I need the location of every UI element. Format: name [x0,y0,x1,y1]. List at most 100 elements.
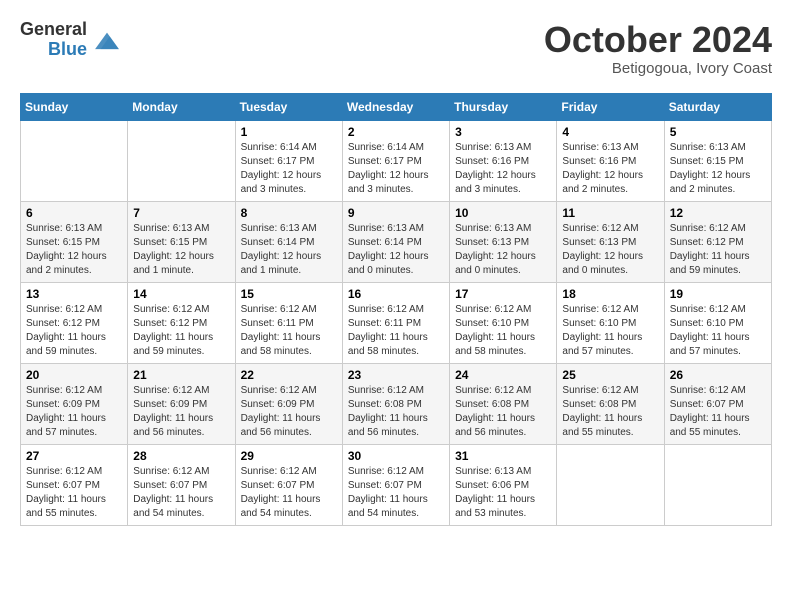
day-number: 3 [455,125,551,139]
week-row-3: 13Sunrise: 6:12 AM Sunset: 6:12 PM Dayli… [21,282,772,363]
day-info: Sunrise: 6:12 AM Sunset: 6:13 PM Dayligh… [562,222,658,278]
day-info: Sunrise: 6:12 AM Sunset: 6:11 PM Dayligh… [348,303,444,359]
calendar-cell: 5 Sunrise: 6:13 AM Sunset: 6:15 PM Daylig… [664,120,771,201]
day-number: 16 [348,287,444,301]
day-info: Sunrise: 6:13 AM Sunset: 6:15 PM Dayligh… [133,222,229,278]
calendar-cell: 11 Sunrise: 6:12 AM Sunset: 6:13 PM Dayli… [557,201,664,282]
day-info: Sunrise: 6:12 AM Sunset: 6:09 PM Dayligh… [26,384,122,440]
week-row-2: 6 Sunrise: 6:13 AM Sunset: 6:15 PM Daylig… [21,201,772,282]
calendar-body: 1 Sunrise: 6:14 AM Sunset: 6:17 PM Daylig… [21,120,772,525]
day-info: Sunrise: 6:12 AM Sunset: 6:09 PM Dayligh… [133,384,229,440]
day-info: Sunrise: 6:12 AM Sunset: 6:11 PM Dayligh… [241,303,337,359]
day-info: Sunrise: 6:13 AM Sunset: 6:14 PM Dayligh… [241,222,337,278]
calendar-cell: 3 Sunrise: 6:13 AM Sunset: 6:16 PM Daylig… [450,120,557,201]
day-number: 6 [26,206,122,220]
day-info: Sunrise: 6:13 AM Sunset: 6:14 PM Dayligh… [348,222,444,278]
day-info: Sunrise: 6:12 AM Sunset: 6:07 PM Dayligh… [670,384,766,440]
day-info: Sunrise: 6:12 AM Sunset: 6:09 PM Dayligh… [241,384,337,440]
logo-general: General [20,20,87,40]
calendar-cell: 26Sunrise: 6:12 AM Sunset: 6:07 PM Dayli… [664,363,771,444]
day-info: Sunrise: 6:12 AM Sunset: 6:12 PM Dayligh… [133,303,229,359]
calendar-cell: 13Sunrise: 6:12 AM Sunset: 6:12 PM Dayli… [21,282,128,363]
calendar-cell: 10Sunrise: 6:13 AM Sunset: 6:13 PM Dayli… [450,201,557,282]
calendar-cell: 25 Sunrise: 6:12 AM Sunset: 6:08 PM Dayli… [557,363,664,444]
day-number: 24 [455,368,551,382]
day-number: 19 [670,287,766,301]
day-number: 28 [133,449,229,463]
calendar-cell: 20 Sunrise: 6:12 AM Sunset: 6:09 PM Dayli… [21,363,128,444]
week-row-1: 1 Sunrise: 6:14 AM Sunset: 6:17 PM Daylig… [21,120,772,201]
calendar-header: SundayMondayTuesdayWednesdayThursdayFrid… [21,93,772,120]
calendar-cell: 6 Sunrise: 6:13 AM Sunset: 6:15 PM Daylig… [21,201,128,282]
day-number: 25 [562,368,658,382]
logo: General Blue [20,20,121,60]
day-info: Sunrise: 6:13 AM Sunset: 6:16 PM Dayligh… [562,141,658,197]
day-info: Sunrise: 6:12 AM Sunset: 6:07 PM Dayligh… [348,465,444,521]
day-info: Sunrise: 6:14 AM Sunset: 6:17 PM Dayligh… [241,141,337,197]
day-number: 21 [133,368,229,382]
week-row-5: 27Sunrise: 6:12 AM Sunset: 6:07 PM Dayli… [21,444,772,525]
day-number: 23 [348,368,444,382]
day-number: 1 [241,125,337,139]
calendar-table: SundayMondayTuesdayWednesdayThursdayFrid… [20,93,772,526]
header-saturday: Saturday [664,93,771,120]
calendar-cell: 2 Sunrise: 6:14 AM Sunset: 6:17 PM Daylig… [342,120,449,201]
day-number: 8 [241,206,337,220]
calendar-cell [128,120,235,201]
day-number: 5 [670,125,766,139]
day-info: Sunrise: 6:12 AM Sunset: 6:08 PM Dayligh… [455,384,551,440]
calendar-cell: 21 Sunrise: 6:12 AM Sunset: 6:09 PM Dayli… [128,363,235,444]
calendar-cell [21,120,128,201]
day-number: 31 [455,449,551,463]
day-number: 14 [133,287,229,301]
day-info: Sunrise: 6:12 AM Sunset: 6:08 PM Dayligh… [348,384,444,440]
header-thursday: Thursday [450,93,557,120]
day-number: 7 [133,206,229,220]
day-info: Sunrise: 6:13 AM Sunset: 6:15 PM Dayligh… [670,141,766,197]
day-info: Sunrise: 6:12 AM Sunset: 6:10 PM Dayligh… [562,303,658,359]
day-info: Sunrise: 6:12 AM Sunset: 6:10 PM Dayligh… [670,303,766,359]
day-number: 29 [241,449,337,463]
calendar-cell: 4 Sunrise: 6:13 AM Sunset: 6:16 PM Daylig… [557,120,664,201]
calendar-cell: 12Sunrise: 6:12 AM Sunset: 6:12 PM Dayli… [664,201,771,282]
month-title: October 2024 [544,20,772,60]
location-subtitle: Betigogoua, Ivory Coast [544,60,772,77]
calendar-cell: 17 Sunrise: 6:12 AM Sunset: 6:10 PM Dayli… [450,282,557,363]
week-row-4: 20 Sunrise: 6:12 AM Sunset: 6:09 PM Dayli… [21,363,772,444]
day-info: Sunrise: 6:12 AM Sunset: 6:07 PM Dayligh… [133,465,229,521]
calendar-cell: 28 Sunrise: 6:12 AM Sunset: 6:07 PM Dayli… [128,444,235,525]
day-number: 18 [562,287,658,301]
header-friday: Friday [557,93,664,120]
calendar-cell: 18 Sunrise: 6:12 AM Sunset: 6:10 PM Dayli… [557,282,664,363]
day-number: 20 [26,368,122,382]
header-sunday: Sunday [21,93,128,120]
day-number: 17 [455,287,551,301]
calendar-cell: 24 Sunrise: 6:12 AM Sunset: 6:08 PM Dayli… [450,363,557,444]
calendar-cell: 22Sunrise: 6:12 AM Sunset: 6:09 PM Dayli… [235,363,342,444]
day-info: Sunrise: 6:13 AM Sunset: 6:16 PM Dayligh… [455,141,551,197]
day-info: Sunrise: 6:12 AM Sunset: 6:08 PM Dayligh… [562,384,658,440]
day-number: 10 [455,206,551,220]
day-info: Sunrise: 6:13 AM Sunset: 6:06 PM Dayligh… [455,465,551,521]
calendar-cell [664,444,771,525]
logo-blue: Blue [48,40,87,60]
calendar-cell: 19 Sunrise: 6:12 AM Sunset: 6:10 PM Dayli… [664,282,771,363]
header-tuesday: Tuesday [235,93,342,120]
day-number: 4 [562,125,658,139]
calendar-cell: 1 Sunrise: 6:14 AM Sunset: 6:17 PM Daylig… [235,120,342,201]
day-number: 2 [348,125,444,139]
day-number: 11 [562,206,658,220]
day-info: Sunrise: 6:12 AM Sunset: 6:10 PM Dayligh… [455,303,551,359]
day-number: 9 [348,206,444,220]
day-info: Sunrise: 6:12 AM Sunset: 6:12 PM Dayligh… [670,222,766,278]
day-info: Sunrise: 6:13 AM Sunset: 6:15 PM Dayligh… [26,222,122,278]
calendar-cell: 31 Sunrise: 6:13 AM Sunset: 6:06 PM Dayli… [450,444,557,525]
calendar-cell: 23 Sunrise: 6:12 AM Sunset: 6:08 PM Dayli… [342,363,449,444]
day-info: Sunrise: 6:12 AM Sunset: 6:07 PM Dayligh… [26,465,122,521]
header-monday: Monday [128,93,235,120]
day-info: Sunrise: 6:14 AM Sunset: 6:17 PM Dayligh… [348,141,444,197]
title-block: October 2024 Betigogoua, Ivory Coast [544,20,772,77]
logo-icon [93,29,121,51]
calendar-cell: 7 Sunrise: 6:13 AM Sunset: 6:15 PM Daylig… [128,201,235,282]
page-header: General Blue October 2024 Betigogoua, Iv… [20,20,772,77]
